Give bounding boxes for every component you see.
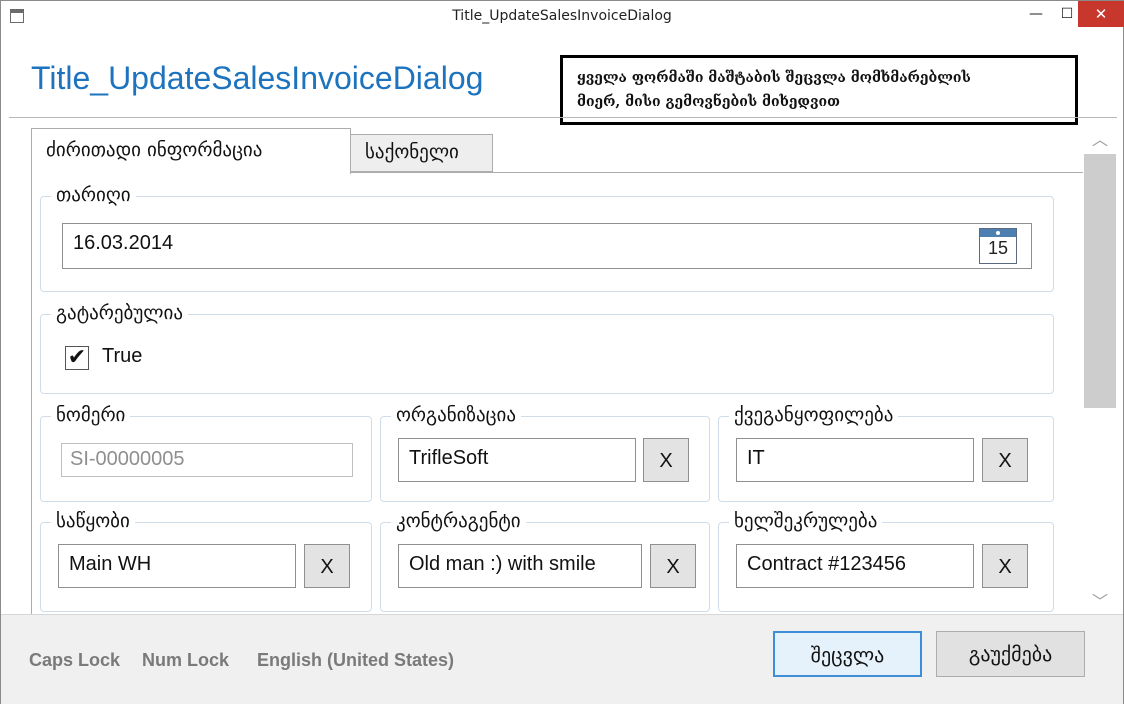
scaling-note: ყველა ფორმაში მაშტაბის შეცვლა მომხმარებლ… bbox=[560, 55, 1078, 125]
department-group: ქვეგანყოფილება IT X bbox=[718, 404, 1054, 502]
warehouse-field[interactable]: Main WH bbox=[58, 544, 296, 588]
form-scroll-area[interactable]: ძირითადი ინფორმაცია საქონელი თარიღი 16.0… bbox=[9, 117, 1117, 614]
cancel-button[interactable]: გაუქმება bbox=[936, 631, 1085, 677]
note-line-1: ყველა ფორმაში მაშტაბის შეცვლა მომხმარებლ… bbox=[577, 70, 971, 86]
minimize-button[interactable]: — bbox=[1020, 1, 1052, 27]
organization-field[interactable]: TrifleSoft bbox=[398, 438, 636, 482]
organization-label: ორგანიზაცია bbox=[391, 404, 522, 426]
window-title: Title_UpdateSalesInvoiceDialog bbox=[452, 8, 672, 24]
scroll-down-icon[interactable]: ﹀ bbox=[1083, 588, 1117, 612]
tab-main-info[interactable]: ძირითადი ინფორმაცია bbox=[31, 128, 351, 174]
date-input[interactable]: 16.03.2014 bbox=[62, 223, 1032, 269]
dialog-content: Title_UpdateSalesInvoiceDialog ყველა ფორ… bbox=[9, 32, 1117, 614]
warehouse-label: საწყობი bbox=[51, 510, 135, 532]
dialog-window: Title_UpdateSalesInvoiceDialog — ☐ ✕ Tit… bbox=[0, 0, 1124, 704]
tab-panel-main-info: თარიღი 16.03.2014 15 გატარებულია ✔ True … bbox=[31, 172, 1091, 614]
close-button[interactable]: ✕ bbox=[1078, 1, 1124, 27]
page-title: Title_UpdateSalesInvoiceDialog bbox=[31, 60, 484, 96]
posted-value-label: True bbox=[102, 345, 143, 367]
department-clear-button[interactable]: X bbox=[982, 438, 1028, 482]
counterparty-clear-button[interactable]: X bbox=[650, 544, 696, 588]
dialog-footer: Caps Lock Num Lock English (United State… bbox=[1, 614, 1123, 704]
posted-label: გატარებულია bbox=[51, 302, 189, 324]
contract-field[interactable]: Contract #123456 bbox=[736, 544, 974, 588]
counterparty-field[interactable]: Old man :) with smile bbox=[398, 544, 642, 588]
counterparty-group: კონტრაგენტი Old man :) with smile X bbox=[380, 510, 710, 612]
number-field: SI-00000005 bbox=[61, 443, 353, 477]
caps-lock-indicator: Caps Lock bbox=[29, 650, 121, 670]
calendar-day: 15 bbox=[987, 238, 1009, 258]
language-indicator: English (United States) bbox=[257, 650, 455, 670]
calendar-icon[interactable]: 15 bbox=[979, 228, 1017, 264]
department-field[interactable]: IT bbox=[736, 438, 974, 482]
counterparty-label: კონტრაგენტი bbox=[391, 510, 526, 532]
contract-label: ხელშეკრულება bbox=[729, 510, 883, 532]
date-group: თარიღი 16.03.2014 15 bbox=[40, 184, 1054, 292]
posted-checkbox[interactable]: ✔ bbox=[65, 346, 89, 370]
number-group: ნომერი SI-00000005 bbox=[40, 404, 372, 502]
note-line-2: მიერ, მისი გემოვნების მიხედვით bbox=[577, 94, 840, 110]
tab-goods[interactable]: საქონელი bbox=[350, 134, 493, 172]
contract-clear-button[interactable]: X bbox=[982, 544, 1028, 588]
date-label: თარიღი bbox=[51, 184, 136, 206]
warehouse-group: საწყობი Main WH X bbox=[40, 510, 372, 612]
number-label: ნომერი bbox=[51, 404, 131, 426]
organization-clear-button[interactable]: X bbox=[643, 438, 689, 482]
scrollbar-thumb[interactable] bbox=[1084, 154, 1116, 408]
update-button[interactable]: შეცვლა bbox=[773, 631, 922, 677]
department-label: ქვეგანყოფილება bbox=[729, 404, 899, 426]
contract-group: ხელშეკრულება Contract #123456 X bbox=[718, 510, 1054, 612]
warehouse-clear-button[interactable]: X bbox=[304, 544, 350, 588]
scroll-up-icon[interactable]: ︿ bbox=[1083, 126, 1117, 150]
vertical-scrollbar[interactable]: ︿ ﹀ bbox=[1083, 118, 1117, 614]
num-lock-indicator: Num Lock bbox=[142, 650, 230, 670]
title-bar: Title_UpdateSalesInvoiceDialog — ☐ ✕ bbox=[1, 1, 1124, 32]
posted-group: გატარებულია ✔ True bbox=[40, 302, 1054, 394]
organization-group: ორგანიზაცია TrifleSoft X bbox=[380, 404, 710, 502]
